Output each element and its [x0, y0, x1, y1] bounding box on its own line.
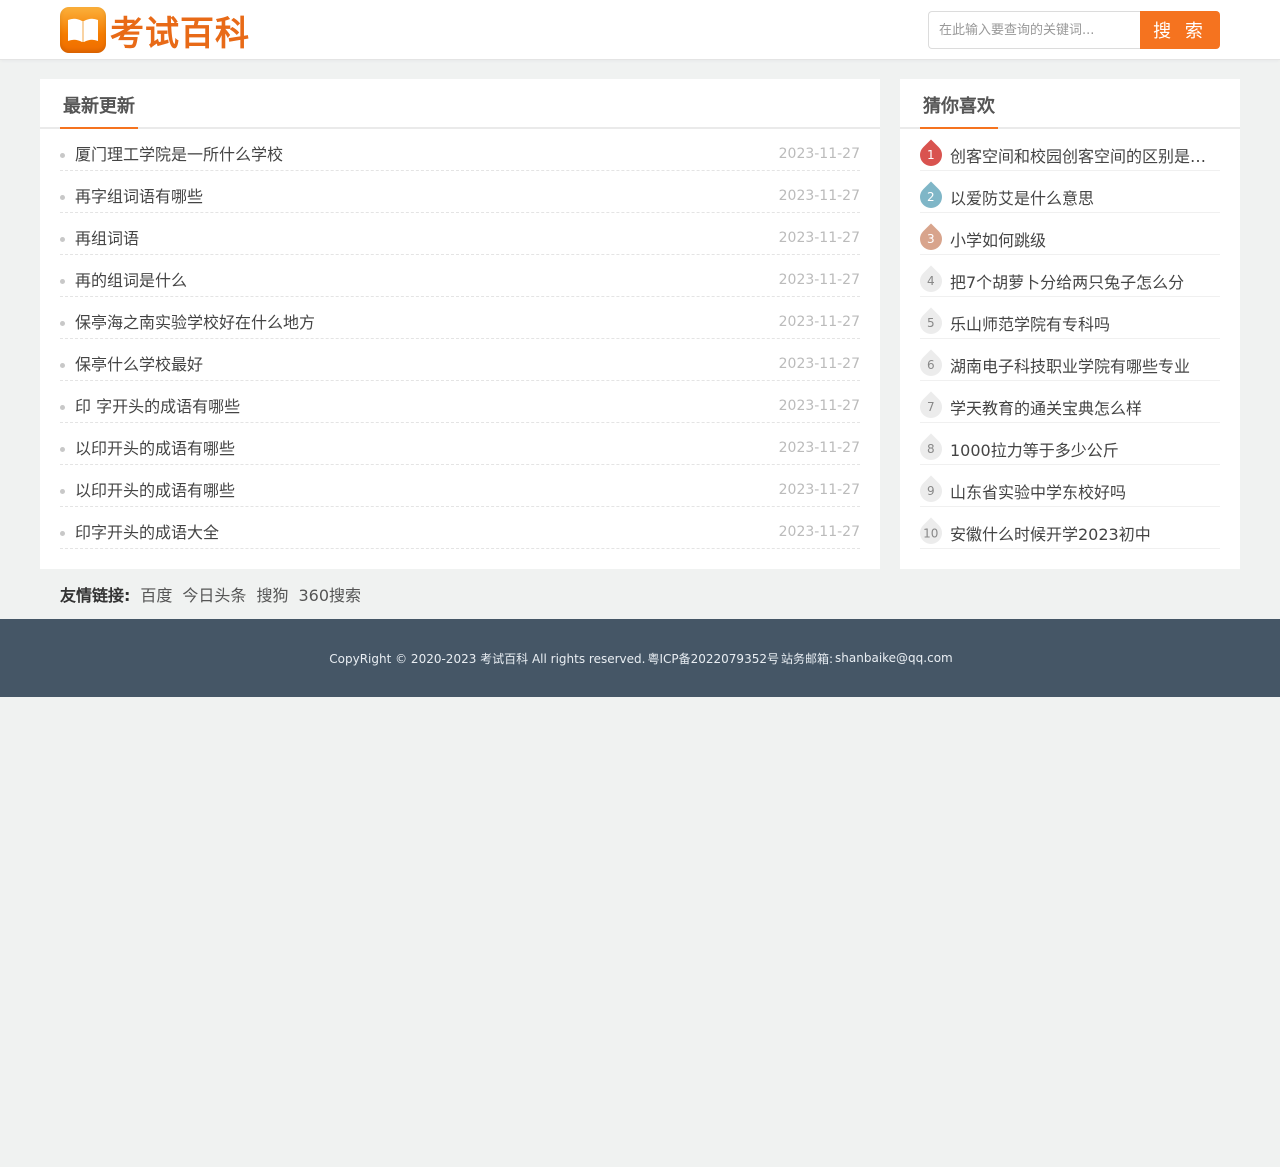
list-item: 厦门理工学院是一所什么学校 2023-11-27 [60, 129, 860, 171]
list-item: 印 字开头的成语有哪些 2023-11-27 [60, 381, 860, 423]
email-link[interactable]: shanbaike@qq.com [835, 651, 953, 665]
list-item: 1 创客空间和校园创客空间的区别是什么 [915, 129, 1220, 171]
recommend-link[interactable]: 湖南电子科技职业学院有哪些专业 [950, 353, 1220, 377]
list-item: 7 学天教育的通关宝典怎么样 [915, 381, 1220, 423]
email-label: 站务邮箱: [780, 651, 834, 666]
recommend-panel: 猜你喜欢 1 创客空间和校园创客空间的区别是什么 2 以爱防艾是什么意思 3 小学如何跳级… [900, 79, 1240, 569]
rank-number: 6 [927, 357, 935, 372]
rank-badge: 3 [915, 222, 947, 255]
recommend-link[interactable]: 以爱防艾是什么意思 [950, 185, 1220, 209]
list-item: 10 安徽什么时候开学2023初中 [915, 507, 1220, 549]
bullet-icon [60, 363, 65, 368]
list-item: 印字开头的成语大全 2023-11-27 [60, 507, 860, 549]
site-header: 考试百科 搜 索 [0, 0, 1280, 60]
main-content: 最新更新 厦门理工学院是一所什么学校 2023-11-27 再字组词语有哪些 2023… [40, 79, 1240, 569]
news-link[interactable]: 保亭海之南实验学校好在什么地方 [75, 297, 315, 339]
rank-number: 5 [927, 315, 935, 330]
news-link[interactable]: 印字开头的成语大全 [75, 507, 219, 549]
panel-header: 最新更新 [40, 79, 880, 129]
news-link[interactable]: 印 字开头的成语有哪些 [75, 381, 240, 423]
site-logo[interactable]: 考试百科 [60, 0, 250, 60]
friend-link[interactable]: 百度 [140, 586, 172, 605]
friend-link[interactable]: 搜狗 [256, 586, 288, 605]
search-input[interactable] [928, 11, 1140, 49]
news-date: 2023-11-27 [778, 524, 860, 540]
news-link[interactable]: 保亭什么学校最好 [75, 339, 203, 381]
recommend-link[interactable]: 山东省实验中学东校好吗 [950, 479, 1220, 503]
recommend-link[interactable]: 把7个胡萝卜分给两只兔子怎么分 [950, 269, 1220, 293]
site-footer: CopyRight © 2020-2023 考试百科 All rights re… [0, 619, 1280, 697]
list-item: 保亭海之南实验学校好在什么地方 2023-11-27 [60, 297, 860, 339]
friend-links-label: 友情链接: [60, 586, 131, 605]
recommend-link[interactable]: 1000拉力等于多少公斤 [950, 437, 1220, 461]
friend-link[interactable]: 360搜索 [298, 586, 361, 605]
friend-links-list: 百度 今日头条 搜狗 360搜索 [140, 582, 371, 606]
site-name: 考试百科 [110, 13, 250, 54]
rank-number: 2 [927, 189, 935, 204]
recommend-link[interactable]: 乐山师范学院有专科吗 [950, 311, 1220, 335]
rank-number: 3 [927, 231, 935, 246]
rank-badge: 5 [915, 306, 947, 339]
bullet-icon [60, 447, 65, 452]
list-item: 9 山东省实验中学东校好吗 [915, 465, 1220, 507]
bullet-icon [60, 153, 65, 158]
list-item: 6 湖南电子科技职业学院有哪些专业 [915, 339, 1220, 381]
rank-number: 10 [923, 525, 939, 540]
icp-link[interactable]: 粤ICP备2022079352号 [647, 650, 779, 667]
rank-badge: 4 [915, 264, 947, 297]
list-item: 保亭什么学校最好 2023-11-27 [60, 339, 860, 381]
bullet-icon [60, 489, 65, 494]
recommend-link[interactable]: 创客空间和校园创客空间的区别是什么 [950, 143, 1220, 167]
panel-header: 猜你喜欢 [900, 79, 1240, 129]
rank-badge: 1 [915, 138, 947, 171]
rank-number: 8 [927, 441, 935, 456]
list-item: 以印开头的成语有哪些 2023-11-27 [60, 465, 860, 507]
news-link[interactable]: 厦门理工学院是一所什么学校 [75, 129, 283, 171]
bullet-icon [60, 237, 65, 242]
rank-badge: 7 [915, 390, 947, 423]
news-link[interactable]: 再组词语 [75, 213, 139, 255]
recommend-title: 猜你喜欢 [920, 79, 998, 129]
rank-badge: 8 [915, 432, 947, 465]
open-book-icon [60, 7, 106, 53]
bullet-icon [60, 531, 65, 536]
recommend-link[interactable]: 小学如何跳级 [950, 227, 1220, 251]
latest-updates-panel: 最新更新 厦门理工学院是一所什么学校 2023-11-27 再字组词语有哪些 2023… [40, 79, 880, 569]
list-item: 以印开头的成语有哪些 2023-11-27 [60, 423, 860, 465]
rank-number: 9 [927, 483, 935, 498]
news-link[interactable]: 再的组词是什么 [75, 255, 187, 297]
list-item: 3 小学如何跳级 [915, 213, 1220, 255]
rank-number: 7 [927, 399, 935, 414]
bullet-icon [60, 279, 65, 284]
friend-link[interactable]: 今日头条 [182, 586, 246, 605]
latest-list: 厦门理工学院是一所什么学校 2023-11-27 再字组词语有哪些 2023-11-2… [60, 129, 860, 549]
copyright-text: CopyRight © 2020-2023 考试百科 All rights re… [329, 651, 646, 666]
rank-badge: 6 [915, 348, 947, 381]
recommend-link[interactable]: 安徽什么时候开学2023初中 [950, 521, 1220, 545]
rank-number: 4 [927, 273, 935, 288]
bullet-icon [60, 195, 65, 200]
latest-updates-title: 最新更新 [60, 79, 138, 129]
recommend-list: 1 创客空间和校园创客空间的区别是什么 2 以爱防艾是什么意思 3 小学如何跳级 4 把7个胡… [915, 129, 1220, 549]
bullet-icon [60, 321, 65, 326]
rank-badge: 10 [915, 516, 947, 549]
list-item: 再的组词是什么 2023-11-27 [60, 255, 860, 297]
news-link[interactable]: 以印开头的成语有哪些 [75, 465, 235, 507]
list-item: 8 1000拉力等于多少公斤 [915, 423, 1220, 465]
rank-number: 1 [927, 147, 935, 162]
list-item: 5 乐山师范学院有专科吗 [915, 297, 1220, 339]
list-item: 再字组词语有哪些 2023-11-27 [60, 171, 860, 213]
friend-links: 友情链接: 百度 今日头条 搜狗 360搜索 [40, 569, 1240, 619]
rank-badge: 2 [915, 180, 947, 213]
search-form: 搜 索 [928, 11, 1220, 49]
rank-badge: 9 [915, 474, 947, 507]
list-item: 2 以爱防艾是什么意思 [915, 171, 1220, 213]
news-link[interactable]: 以印开头的成语有哪些 [75, 423, 235, 465]
bullet-icon [60, 405, 65, 410]
search-button[interactable]: 搜 索 [1140, 11, 1220, 49]
recommend-link[interactable]: 学天教育的通关宝典怎么样 [950, 395, 1220, 419]
news-link[interactable]: 再字组词语有哪些 [75, 171, 203, 213]
list-item: 再组词语 2023-11-27 [60, 213, 860, 255]
list-item: 4 把7个胡萝卜分给两只兔子怎么分 [915, 255, 1220, 297]
